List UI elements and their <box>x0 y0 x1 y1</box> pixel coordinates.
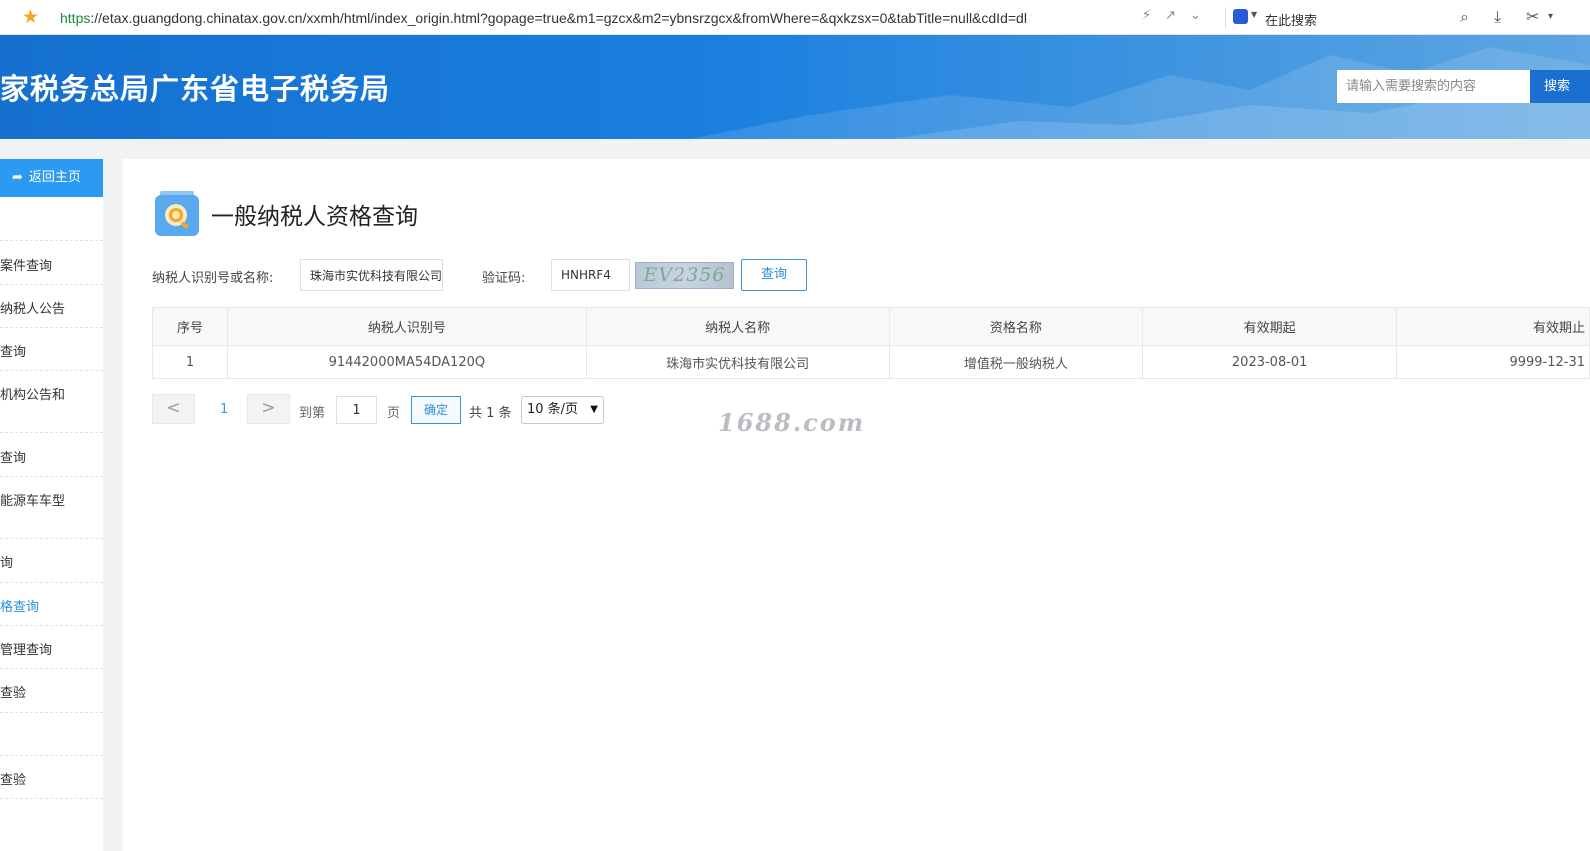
goto-confirm-button[interactable]: 确定 <box>411 396 461 424</box>
cell-tax-id: 91442000MA54DA120Q <box>226 345 587 379</box>
captcha-input[interactable] <box>551 259 630 291</box>
scissors-icon[interactable]: ✂ <box>1526 8 1539 26</box>
query-button[interactable]: 查询 <box>741 259 807 291</box>
download-icon[interactable]: ⤓ <box>1494 8 1501 26</box>
sidebar-item[interactable]: 查询 <box>0 433 103 477</box>
page-size-value: 10 条/页 <box>527 402 579 417</box>
table-header-row: 序号 纳税人识别号 纳税人名称 资格名称 有效期起 有效期止 <box>152 307 1590 346</box>
col-header-name: 纳税人名称 <box>585 307 890 346</box>
goto-label: 到第 <box>299 406 326 421</box>
engine-dropdown-icon[interactable]: ▼ <box>1251 10 1257 19</box>
query-icon <box>155 191 199 236</box>
watermark: 1688.com <box>718 408 866 437</box>
search-icon[interactable]: ⌕ <box>1460 8 1469 26</box>
page-title: 一般纳税人资格查询 <box>211 204 418 230</box>
sidebar-item-active[interactable]: 格查询 <box>0 583 103 626</box>
col-header-tax-id: 纳税人识别号 <box>226 307 587 346</box>
prev-page-button[interactable]: < <box>152 394 195 424</box>
taxpayer-label: 纳税人识别号或名称: <box>152 271 274 286</box>
sidebar-item[interactable] <box>0 197 103 241</box>
site-header: 家税务总局广东省电子税务局 搜索 <box>0 35 1590 139</box>
sidebar: ➦ 返回主页 案件查询 纳税人公告 查询 机构公告和 查询 能源车车型 询 格查询… <box>0 159 103 851</box>
browser-search-label[interactable]: 在此搜索 <box>1265 10 1317 29</box>
result-table: 序号 纳税人识别号 纳税人名称 资格名称 有效期起 有效期止 1 9144200… <box>152 307 1590 379</box>
site-search-button[interactable]: 搜索 <box>1530 70 1590 103</box>
cell-name: 珠海市实优科技有限公司 <box>585 345 890 379</box>
sidebar-item[interactable]: 机构公告和 <box>0 371 103 433</box>
total-count: 共 1 条 <box>469 406 512 421</box>
sidebar-item[interactable]: 查验 <box>0 756 103 799</box>
address-action-icons[interactable]: ⚡↗⌄ <box>1142 8 1215 23</box>
browser-address-bar: ★ https://etax.guangdong.chinatax.gov.cn… <box>0 0 1590 35</box>
col-header-index: 序号 <box>152 307 228 346</box>
cell-index: 1 <box>152 345 228 379</box>
page-size-select[interactable]: 10 条/页 ▼ <box>521 396 604 424</box>
sidebar-item[interactable]: 查询 <box>0 328 103 371</box>
goto-page-input[interactable] <box>336 396 377 424</box>
sidebar-item[interactable] <box>0 713 103 756</box>
sidebar-item[interactable]: 案件查询 <box>0 241 103 285</box>
captcha-label: 验证码: <box>482 271 526 286</box>
search-engine-icon[interactable] <box>1233 9 1248 24</box>
cell-qualification: 增值税一般纳税人 <box>888 345 1144 379</box>
sidebar-item[interactable]: 查验 <box>0 669 103 713</box>
col-header-valid-to: 有效期止 <box>1396 307 1590 346</box>
site-search-input[interactable] <box>1337 70 1530 103</box>
sidebar-item[interactable]: 询 <box>0 539 103 583</box>
captcha-image[interactable]: EV2356 <box>635 262 734 289</box>
page-number[interactable]: 1 <box>220 402 228 417</box>
chevron-down-icon: ▼ <box>590 404 598 415</box>
site-title: 家税务总局广东省电子税务局 <box>0 72 391 106</box>
sidebar-item[interactable]: 能源车车型 <box>0 477 103 539</box>
next-page-button[interactable]: > <box>247 394 290 424</box>
bookmark-star-icon[interactable]: ★ <box>22 6 39 28</box>
sidebar-item[interactable]: 管理查询 <box>0 626 103 669</box>
table-row: 1 91442000MA54DA120Q 珠海市实优科技有限公司 增值税一般纳税… <box>152 345 1590 379</box>
cell-valid-to: 9999-12-31 <box>1396 345 1590 379</box>
page-unit-label: 页 <box>387 406 401 421</box>
cell-valid-from: 2023-08-01 <box>1142 345 1398 379</box>
more-icon[interactable]: ▾ <box>1548 8 1553 26</box>
main-panel: 一般纳税人资格查询 纳税人识别号或名称: 验证码: EV2356 查询 序号 纳… <box>123 159 1590 851</box>
toolbar-divider <box>1225 7 1226 28</box>
sidebar-item[interactable]: 纳税人公告 <box>0 285 103 328</box>
back-home-button[interactable]: ➦ 返回主页 <box>0 159 103 197</box>
back-arrow-icon: ➦ <box>12 170 23 185</box>
url-field[interactable]: https://etax.guangdong.chinatax.gov.cn/x… <box>60 9 1132 27</box>
taxpayer-input[interactable] <box>300 259 443 291</box>
col-header-valid-from: 有效期起 <box>1142 307 1398 346</box>
col-header-qualification: 资格名称 <box>888 307 1144 346</box>
